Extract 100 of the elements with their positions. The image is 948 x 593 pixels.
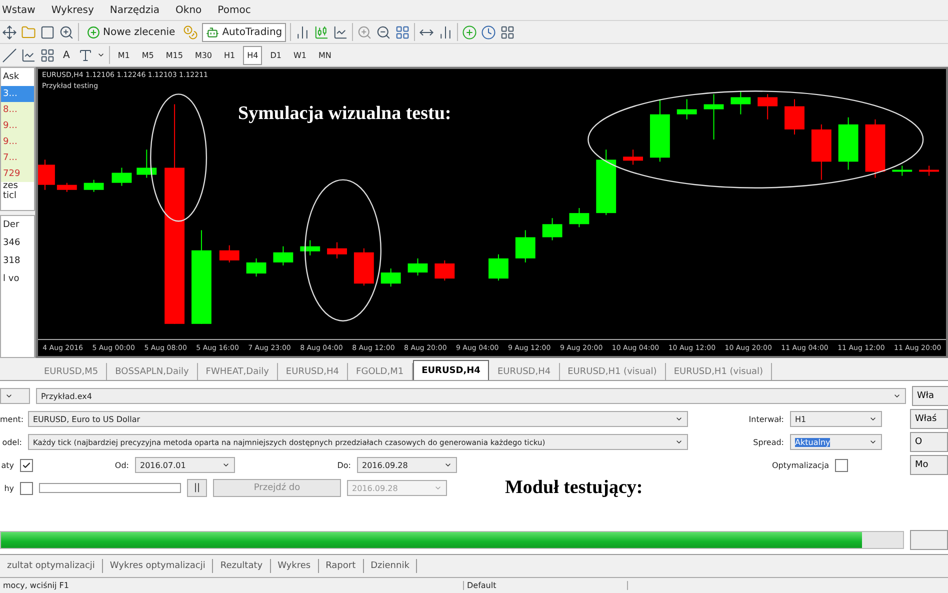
- zoom-out-icon[interactable]: [376, 24, 392, 40]
- status-profile: Default: [464, 581, 628, 590]
- chart-tab[interactable]: FWHEAT,Daily: [198, 363, 278, 380]
- chart-tab[interactable]: EURUSD,H4: [278, 363, 348, 380]
- panel-tab[interactable]: zes ticl: [1, 182, 34, 200]
- candlestick: [596, 149, 616, 216]
- overlay-caption: Symulacja wizualna testu:: [238, 103, 452, 125]
- candlestick: [219, 244, 240, 263]
- side-button[interactable]: Mo: [910, 455, 948, 475]
- checkbox-label: hy: [3, 484, 14, 492]
- chart-tab[interactable]: EURUSD,H1 (visual): [560, 363, 666, 380]
- checkbox[interactable]: [20, 458, 33, 472]
- tester-tab[interactable]: Wykres: [270, 559, 319, 573]
- pause-button[interactable]: ||: [187, 479, 207, 497]
- timeframe-button[interactable]: M15: [162, 46, 187, 64]
- caret-icon[interactable]: [5, 392, 13, 400]
- start-button[interactable]: [910, 530, 948, 550]
- side-button[interactable]: Właś: [910, 409, 948, 429]
- tile-icon[interactable]: [395, 24, 410, 40]
- chart-tab[interactable]: EURUSD,H1 (visual): [666, 363, 772, 380]
- channel-icon[interactable]: [21, 48, 36, 62]
- tester-tab[interactable]: Rezultaty: [213, 559, 271, 573]
- autotrading-button[interactable]: AutoTrading: [202, 22, 286, 42]
- navigator-item[interactable]: 318: [1, 252, 34, 270]
- spread-dropdown[interactable]: Aktualny: [790, 434, 882, 450]
- clock-icon[interactable]: [481, 24, 496, 40]
- template-icon[interactable]: [500, 24, 516, 40]
- side-button[interactable]: Wła: [912, 386, 948, 406]
- timeframe-button[interactable]: M1: [114, 46, 134, 64]
- text-tool[interactable]: A: [59, 46, 74, 64]
- candlestick: [569, 208, 590, 228]
- caret-icon[interactable]: [675, 415, 683, 423]
- caret-icon[interactable]: [96, 51, 105, 59]
- quote-cell[interactable]: 7...: [1, 150, 34, 166]
- menu-item[interactable]: Wstaw: [2, 4, 48, 16]
- tester-tab[interactable]: Dziennik: [364, 559, 418, 573]
- date-field[interactable]: 2016.09.28: [357, 457, 457, 473]
- new-order-button[interactable]: Nowe zlecenie: [83, 22, 180, 42]
- timeframe-button[interactable]: MN: [314, 46, 336, 64]
- quote-cell[interactable]: 8...: [1, 102, 34, 118]
- candlestick: [300, 240, 320, 256]
- chart-tab[interactable]: EURUSD,H4: [412, 360, 490, 380]
- candlestick: [811, 124, 832, 180]
- chart-tab[interactable]: BOSSAPLN,Daily: [107, 363, 198, 380]
- robot-icon: [206, 26, 220, 38]
- caret-icon[interactable]: [893, 392, 901, 400]
- caret-icon[interactable]: [869, 438, 877, 446]
- caret-icon[interactable]: [869, 415, 877, 423]
- chart-tab[interactable]: EURUSD,H4: [489, 363, 560, 380]
- tester-tab[interactable]: Wykres optymalizacji: [102, 559, 214, 573]
- chart-tab[interactable]: EURUSD,M5: [36, 363, 108, 380]
- side-button[interactable]: O: [910, 432, 948, 452]
- navigator-item[interactable]: Der: [1, 216, 34, 234]
- speed-slider[interactable]: [39, 483, 181, 493]
- window-icon[interactable]: [40, 24, 55, 40]
- navigator-item[interactable]: 346: [1, 234, 34, 252]
- candlestick: [623, 149, 643, 166]
- quote-cell[interactable]: 9...: [1, 118, 34, 134]
- date-field[interactable]: 2016.07.01: [135, 457, 235, 473]
- caret-icon[interactable]: [222, 461, 230, 469]
- quote-cell[interactable]: 729: [1, 166, 34, 182]
- candlestick: [434, 260, 455, 282]
- add-indicator-icon[interactable]: [462, 24, 478, 40]
- timeframe-button[interactable]: M30: [190, 46, 216, 64]
- line-chart-icon[interactable]: [333, 24, 348, 40]
- candlestick: [865, 118, 886, 178]
- menu-item[interactable]: Narzędzia: [110, 4, 172, 16]
- menu-item[interactable]: Okno: [176, 4, 214, 16]
- grid-icon[interactable]: [40, 48, 55, 62]
- tester-tab[interactable]: Raport: [318, 559, 364, 573]
- menu-item[interactable]: Wykresy: [51, 4, 106, 16]
- expert-dropdown[interactable]: Przykład.ex4: [36, 388, 906, 404]
- candlestick: [84, 179, 104, 192]
- caret-icon[interactable]: [444, 461, 452, 469]
- timeframe-button[interactable]: M5: [138, 46, 158, 64]
- navigator-item[interactable]: l vo: [1, 270, 34, 288]
- candlestick: [38, 159, 55, 190]
- plus-icon: [87, 26, 100, 38]
- text-label-icon[interactable]: [78, 48, 93, 62]
- line-tool-icon[interactable]: [2, 48, 17, 62]
- timeframe-button[interactable]: W1: [290, 46, 310, 64]
- caret-icon[interactable]: [675, 438, 683, 446]
- candlestick: [112, 167, 132, 186]
- symbol-dropdown[interactable]: EURUSD, Euro to US Dollar: [28, 411, 688, 427]
- checkbox[interactable]: [835, 458, 848, 472]
- candlestick: [136, 149, 157, 178]
- timeframe-button[interactable]: D1: [266, 46, 286, 64]
- field-label: ment:: [0, 414, 22, 424]
- timeframe-button[interactable]: H1: [220, 46, 240, 64]
- move-icon[interactable]: [2, 24, 17, 40]
- quote-cell[interactable]: 9...: [1, 134, 34, 150]
- magnifier-icon[interactable]: [59, 24, 74, 40]
- bar-chart-icon[interactable]: [295, 24, 310, 40]
- period-dropdown[interactable]: H1: [790, 411, 882, 427]
- timeframe-button[interactable]: H4: [243, 46, 262, 64]
- tester-tab[interactable]: zultat optymalizacji: [0, 559, 103, 573]
- candlestick: [758, 94, 778, 120]
- candlestick: [273, 246, 294, 266]
- menu-item[interactable]: Pomoc: [218, 4, 263, 16]
- checkbox[interactable]: [20, 482, 33, 494]
